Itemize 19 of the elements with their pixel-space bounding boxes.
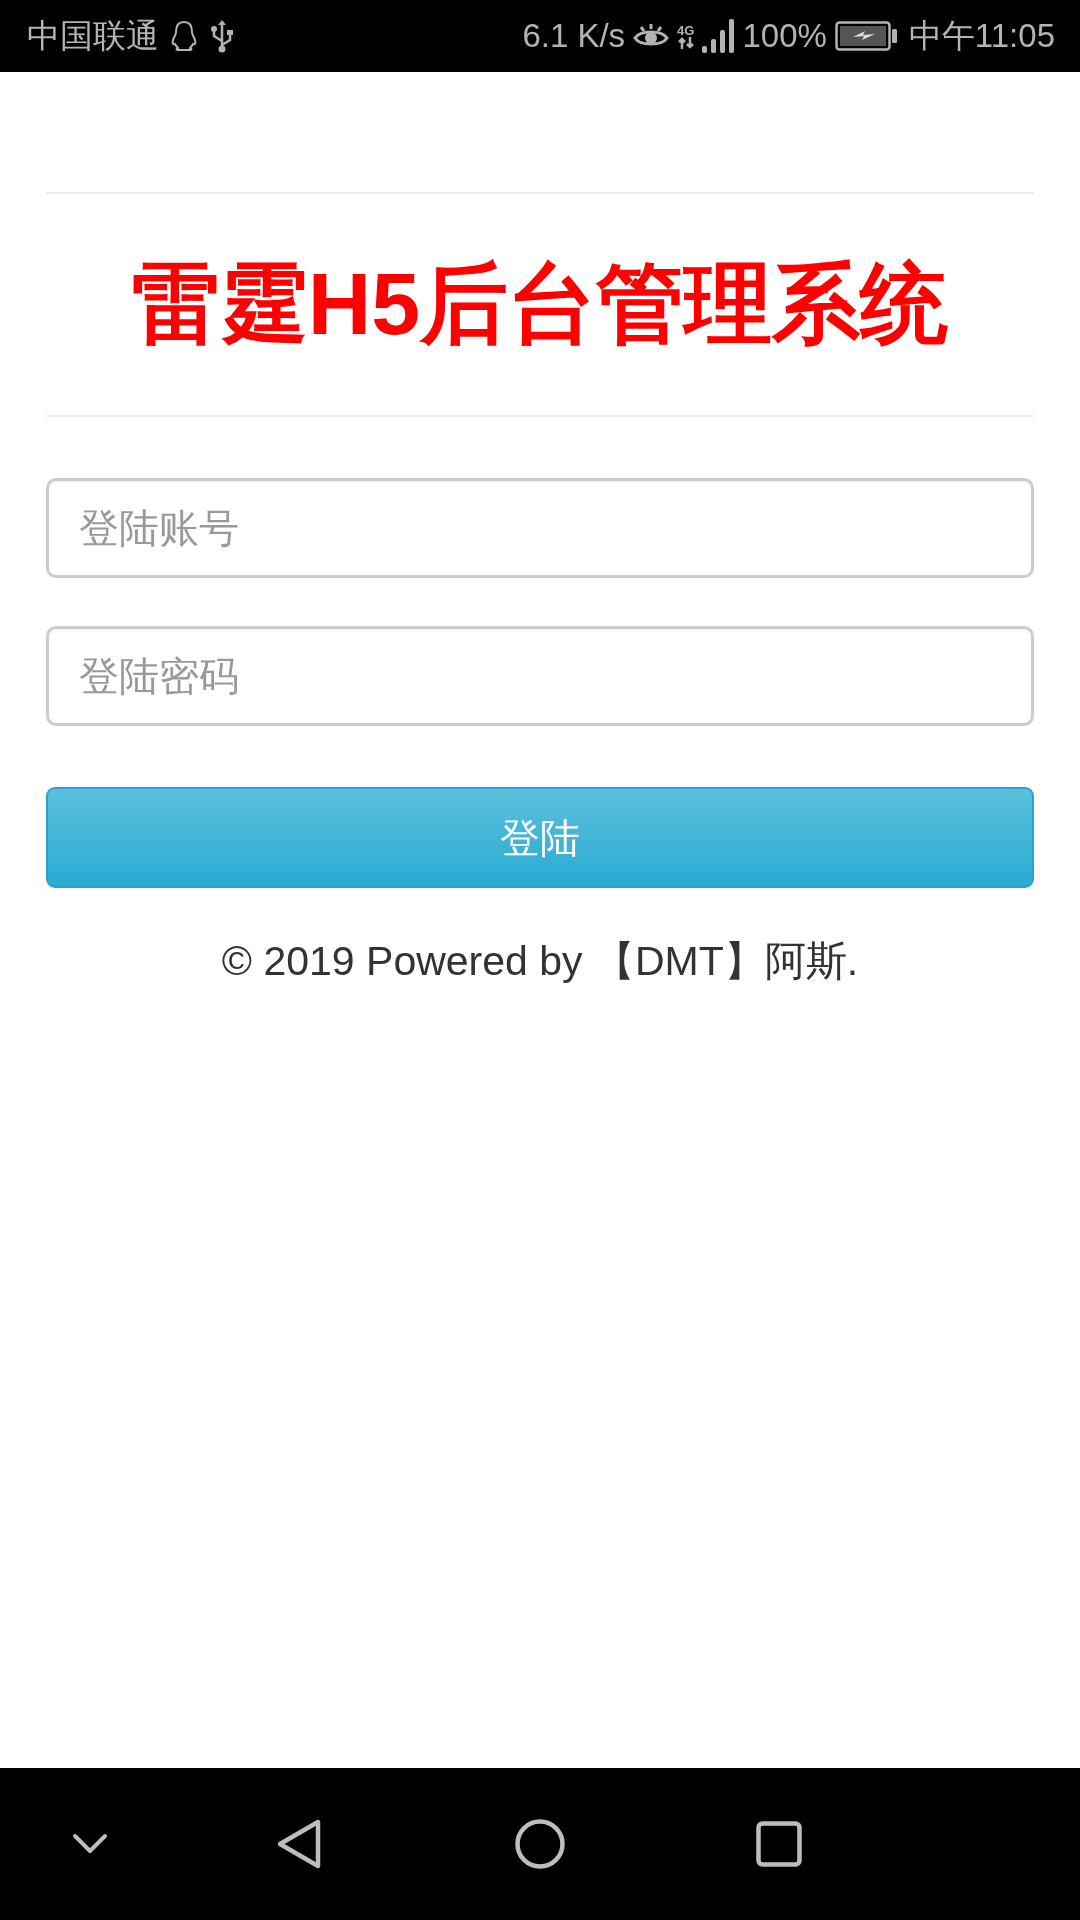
data-arrows-icon [677, 36, 694, 49]
chevron-down-icon[interactable] [72, 1833, 108, 1855]
network-speed: 6.1 K/s [522, 16, 626, 57]
input-field[interactable]: 登陆密码 [46, 626, 1034, 726]
home-icon[interactable] [515, 1819, 565, 1869]
battery-charging-icon [834, 21, 897, 51]
app-title: 雷霆H5后台管理系统 [130, 253, 950, 355]
input-field[interactable]: 登陆账号 [46, 478, 1034, 578]
carrier-name: 中国联通 [27, 16, 159, 57]
signal-icon [702, 19, 735, 53]
usb-icon [209, 19, 235, 53]
network-type-label: 4G [677, 23, 695, 37]
copyright-footer: © 2019 Powered by 【DMT】阿斯. [46, 935, 1034, 987]
clock-time: 中午11:05 [908, 16, 1055, 57]
back-icon[interactable] [276, 1818, 322, 1870]
square-icon[interactable] [756, 1821, 802, 1867]
battery-percent: 100% [742, 16, 827, 57]
penguin-icon [169, 20, 199, 52]
login-button[interactable]: 登陆 [46, 787, 1034, 888]
